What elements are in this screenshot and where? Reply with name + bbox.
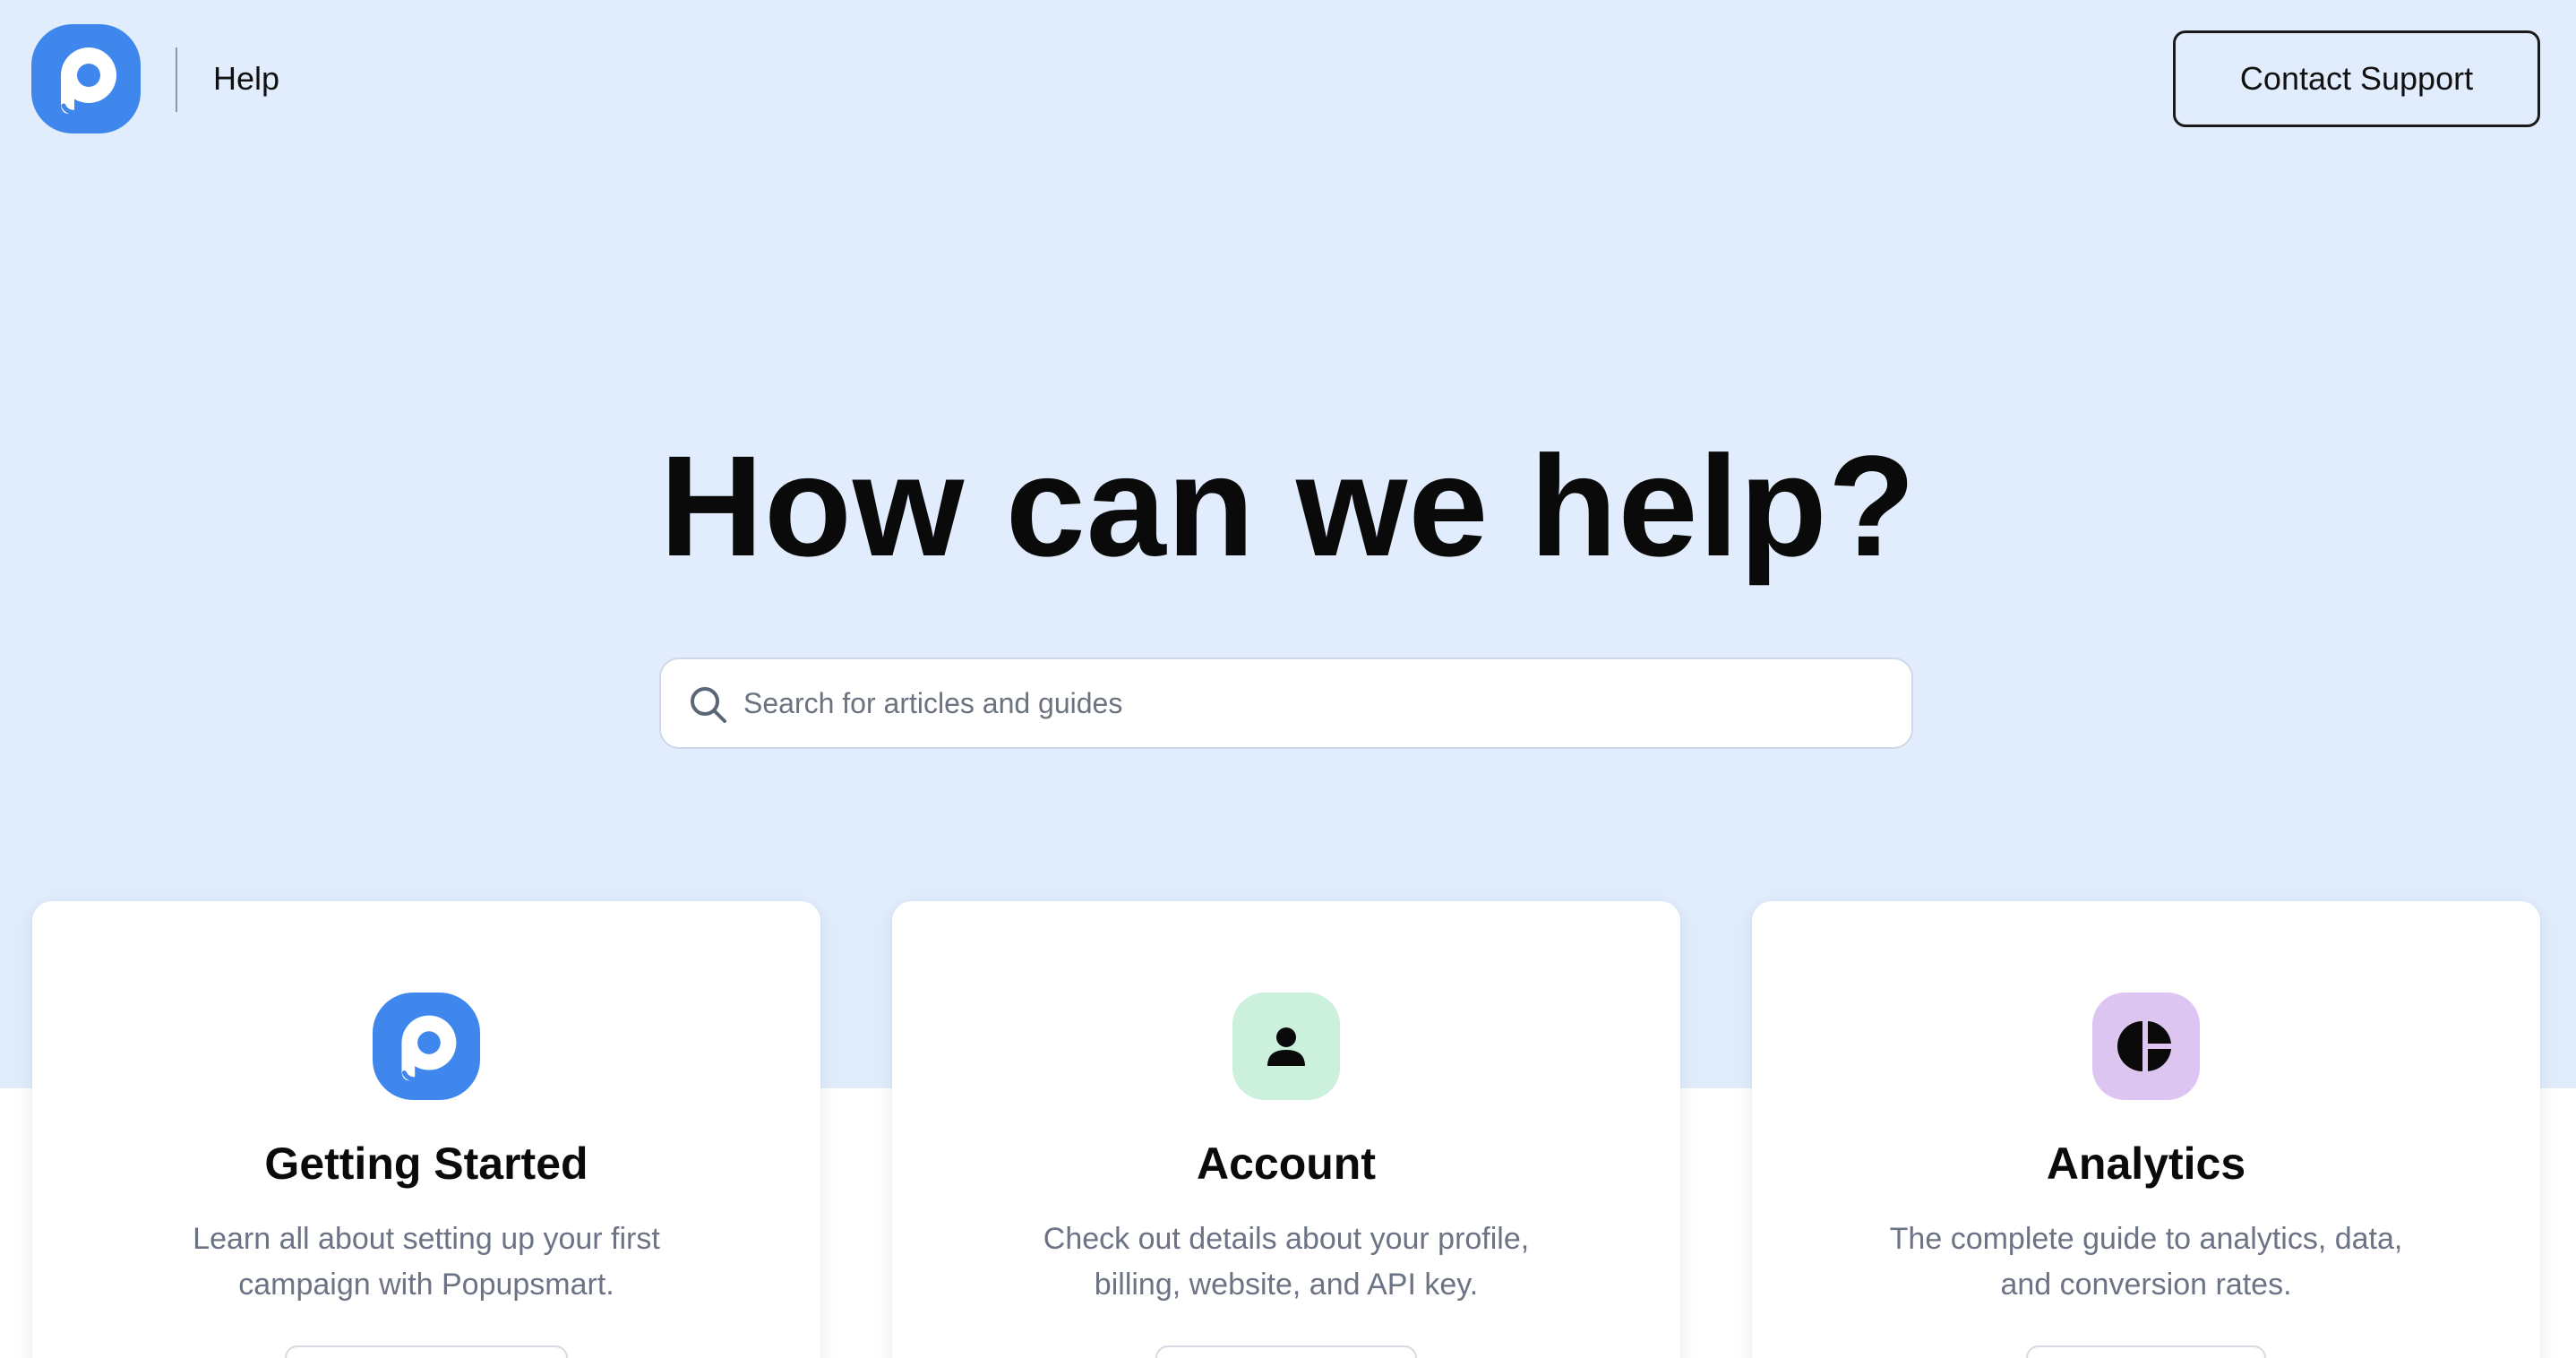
card-button[interactable] bbox=[285, 1345, 568, 1358]
card-title: Analytics bbox=[2046, 1139, 2246, 1189]
user-icon bbox=[1232, 993, 1340, 1100]
contact-support-button[interactable]: Contact Support bbox=[2173, 30, 2540, 127]
card-button[interactable] bbox=[2026, 1345, 2266, 1358]
help-link[interactable]: Help bbox=[213, 59, 279, 99]
header: Help Contact Support bbox=[0, 0, 2576, 161]
card-title: Getting Started bbox=[264, 1139, 588, 1189]
card-description: Check out details about your profile, bi… bbox=[1043, 1222, 1530, 1302]
header-divider bbox=[176, 47, 177, 112]
card-description: Learn all about setting up your first ca… bbox=[193, 1222, 660, 1302]
popupsmart-logo-icon[interactable] bbox=[31, 24, 141, 133]
popupsmart-logo-icon bbox=[373, 993, 480, 1100]
card-account[interactable]: Account Check out details about your pro… bbox=[892, 901, 1680, 1358]
search-input[interactable] bbox=[743, 659, 1899, 747]
page-title: How can we help? bbox=[659, 425, 1917, 586]
search-box[interactable] bbox=[659, 658, 1913, 749]
card-button[interactable] bbox=[1155, 1345, 1417, 1358]
card-getting-started[interactable]: Getting Started Learn all about setting … bbox=[32, 901, 820, 1358]
card-analytics[interactable]: Analytics The complete guide to analytic… bbox=[1752, 901, 2540, 1358]
search-icon bbox=[688, 684, 729, 726]
card-description: The complete guide to analytics, data, a… bbox=[1889, 1222, 2403, 1302]
card-title: Account bbox=[1197, 1139, 1376, 1189]
help-center-page: Help Contact Support How can we help? Ge… bbox=[0, 0, 2576, 1358]
pie-chart-icon bbox=[2092, 993, 2200, 1100]
